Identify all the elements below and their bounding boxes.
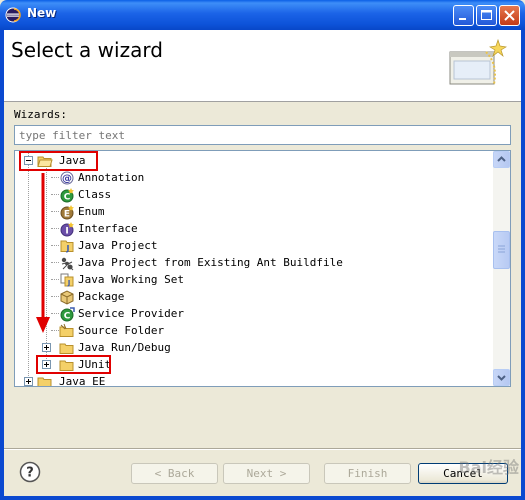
svg-text:C: C bbox=[64, 193, 71, 203]
tree-item-label: Package bbox=[78, 290, 125, 303]
maximize-button[interactable] bbox=[476, 5, 497, 26]
folder-icon bbox=[59, 343, 74, 354]
help-button[interactable]: ? bbox=[19, 461, 41, 483]
svg-text:C: C bbox=[64, 312, 71, 322]
tree-item-label: Java Project from Existing Ant Buildfile bbox=[78, 256, 343, 269]
title-bar[interactable]: New bbox=[0, 0, 525, 30]
grip-icon bbox=[498, 245, 505, 253]
tree-item-package[interactable]: Package bbox=[15, 288, 475, 305]
package-icon bbox=[60, 290, 74, 305]
wizard-tree[interactable]: Java @ Annotation C Class E Enum I Inter… bbox=[14, 150, 511, 387]
eclipse-app-icon bbox=[5, 7, 21, 23]
expand-toggle[interactable] bbox=[24, 377, 33, 386]
tree-item-class[interactable]: C Class bbox=[15, 186, 475, 203]
tree-item-enum[interactable]: E Enum bbox=[15, 203, 475, 220]
wizards-label-text: Wizards: bbox=[14, 108, 67, 121]
window-frame-bottom bbox=[0, 496, 525, 500]
svg-text:J: J bbox=[66, 244, 70, 253]
interface-icon: I bbox=[60, 222, 74, 237]
button-bar-separator bbox=[4, 448, 521, 450]
tree-item-java-working-set[interactable]: J Java Working Set bbox=[15, 271, 475, 288]
java-project-icon: J bbox=[60, 240, 74, 253]
tree-item-service-provider[interactable]: C Service Provider bbox=[15, 305, 475, 322]
minimize-button[interactable] bbox=[453, 5, 474, 26]
finish-button[interactable]: Finish bbox=[324, 463, 411, 484]
window-frame-right bbox=[521, 30, 525, 500]
tree-content: Java @ Annotation C Class E Enum I Inter… bbox=[15, 151, 493, 386]
expand-toggle[interactable] bbox=[42, 343, 51, 352]
tree-item-label: Java Run/Debug bbox=[78, 341, 171, 354]
tree-item-source-folder[interactable]: Source Folder bbox=[15, 322, 475, 339]
chevron-up-icon bbox=[497, 156, 506, 162]
source-folder-icon bbox=[59, 323, 74, 337]
back-button[interactable]: < Back bbox=[131, 463, 218, 484]
watermark: Bai经验 bbox=[458, 458, 519, 477]
wizard-banner-icon bbox=[449, 38, 507, 85]
svg-text:@: @ bbox=[62, 174, 72, 185]
tree-item-label: Java Project bbox=[78, 239, 158, 252]
scroll-up-button[interactable] bbox=[493, 151, 510, 168]
scroll-down-button[interactable] bbox=[493, 369, 510, 386]
window-title: New bbox=[27, 6, 57, 20]
wizards-label: Wizards: bbox=[14, 108, 67, 121]
red-arrow-icon bbox=[36, 173, 50, 333]
tree-item-label: Interface bbox=[78, 222, 138, 235]
tree-vertical-scrollbar[interactable] bbox=[493, 151, 510, 386]
svg-text:J: J bbox=[67, 279, 71, 287]
tree-item-label: Java EE bbox=[59, 375, 106, 387]
tree-item-label: Enum bbox=[78, 205, 105, 218]
tree-item-java-ee[interactable]: Java EE bbox=[15, 373, 475, 387]
ant-icon bbox=[61, 257, 74, 271]
maximize-icon bbox=[481, 10, 492, 20]
filter-input[interactable] bbox=[14, 125, 511, 145]
tree-item-label: Class bbox=[78, 188, 112, 201]
tree-item-label: Source Folder bbox=[78, 324, 165, 337]
tree-item-label: Service Provider bbox=[78, 307, 184, 320]
annotation-highlight-junit bbox=[36, 355, 111, 374]
svg-text:?: ? bbox=[26, 466, 34, 481]
svg-text:E: E bbox=[64, 210, 70, 220]
close-button[interactable] bbox=[499, 5, 520, 26]
minimize-icon bbox=[459, 18, 466, 20]
tree-item-label: Annotation bbox=[78, 171, 145, 184]
folder-icon bbox=[37, 377, 52, 386]
tree-item-java-project[interactable]: J Java Project bbox=[15, 237, 475, 254]
working-set-icon: J bbox=[60, 273, 74, 287]
next-button[interactable]: Next > bbox=[223, 463, 310, 484]
wizard-header: Select a wizard bbox=[4, 30, 521, 102]
tree-item-annotation[interactable]: @ Annotation bbox=[15, 169, 475, 186]
service-provider-icon: C bbox=[60, 307, 75, 322]
plus-icon bbox=[44, 345, 49, 350]
plus-icon bbox=[26, 379, 31, 384]
tree-item-ant-buildfile[interactable]: Java Project from Existing Ant Buildfile bbox=[15, 254, 475, 271]
close-icon bbox=[504, 10, 515, 21]
page-title: Select a wizard bbox=[11, 38, 163, 62]
scroll-thumb[interactable] bbox=[493, 231, 510, 269]
annotation-highlight-java bbox=[19, 151, 98, 171]
class-icon: C bbox=[60, 188, 74, 203]
tree-item-interface[interactable]: I Interface bbox=[15, 220, 475, 237]
annotation-icon: @ bbox=[60, 171, 74, 185]
tree-item-label: Java Working Set bbox=[78, 273, 184, 286]
chevron-down-icon bbox=[497, 375, 506, 381]
tree-item-java-run-debug[interactable]: Java Run/Debug bbox=[15, 339, 475, 356]
enum-icon: E bbox=[60, 205, 74, 220]
svg-text:I: I bbox=[65, 227, 68, 237]
